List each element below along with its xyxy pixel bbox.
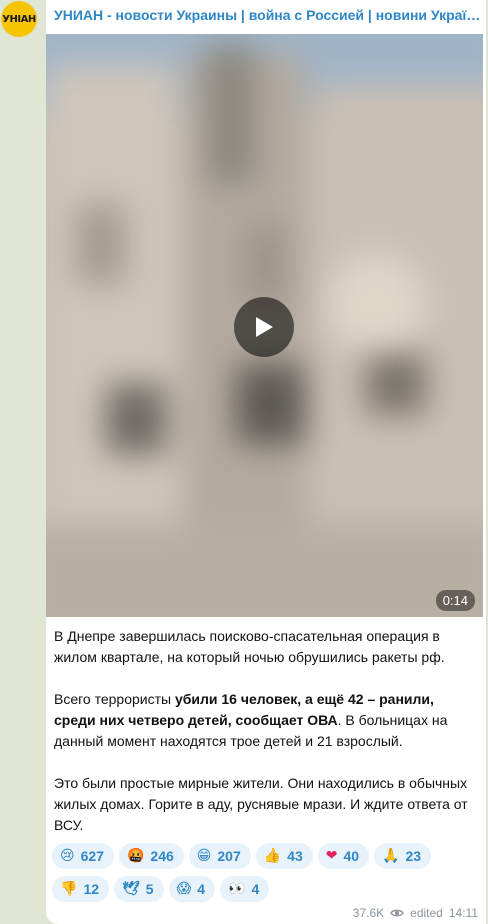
view-count: 37.6K: [352, 906, 385, 920]
eyes-icon: 👀: [228, 881, 246, 897]
reaction-angry[interactable]: 🤬 246: [118, 843, 184, 869]
crying-face-icon: 😢: [60, 848, 75, 864]
grinning-face-icon: 😁: [196, 848, 212, 864]
message-fragment: Всего террористы: [54, 691, 175, 707]
reaction-count: 43: [287, 848, 303, 864]
reaction-thumbs-down[interactable]: 👎 12: [52, 876, 110, 902]
message-meta: 37.6K edited 14:11: [353, 906, 478, 920]
message-paragraph: Всего террористы убили 16 человек, а ещё…: [54, 689, 478, 752]
channel-avatar[interactable]: УНІАН: [1, 1, 37, 37]
reaction-thumbs-up[interactable]: 👍 43: [255, 843, 313, 869]
reaction-count: 246: [150, 848, 174, 864]
screaming-face-icon: 😱: [176, 881, 192, 897]
play-icon: [256, 317, 273, 337]
reaction-eyes[interactable]: 👀 4: [220, 876, 270, 902]
edited-label: edited: [410, 906, 443, 920]
reaction-pray[interactable]: 🙏 23: [374, 843, 432, 869]
reaction-scream[interactable]: 😱 4: [168, 876, 215, 902]
angry-face-icon: 🤬: [126, 848, 145, 864]
reaction-count: 5: [145, 881, 154, 897]
reactions-bar: 😢 627 🤬 246 😁 207 👍 43 ❤ 40 🙏 23 👎 12 🕊 5 😱 4 👀 4: [52, 843, 472, 902]
message-text: В Днепре завершилась поисково-спасательн…: [54, 626, 478, 836]
message-paragraph: Это были простые мирные жители. Они нахо…: [54, 775, 468, 833]
reaction-heart[interactable]: ❤ 40: [317, 843, 370, 869]
reaction-count: 12: [83, 881, 100, 897]
dove-icon: 🕊: [122, 881, 140, 897]
channel-name[interactable]: УНИАН - новости Украины | война с Россие…: [54, 7, 482, 23]
praying-hands-icon: 🙏: [382, 848, 400, 864]
thumbs-down-icon: 👎: [60, 881, 78, 897]
video-player[interactable]: 0:14: [46, 34, 483, 617]
message-bubble: УНИАН - новости Украины | война с Россие…: [46, 0, 486, 924]
reaction-count: 627: [80, 848, 104, 864]
thumbs-up-icon: 👍: [263, 848, 282, 864]
reaction-crying[interactable]: 😢 627: [52, 843, 114, 869]
message-paragraph: В Днепре завершилась поисково-спасательн…: [54, 628, 445, 665]
reaction-count: 4: [251, 881, 260, 897]
reaction-count: 40: [343, 848, 360, 864]
reaction-count: 207: [217, 848, 241, 864]
play-button[interactable]: [234, 297, 294, 357]
message-time: 14:11: [448, 906, 478, 920]
video-duration: 0:14: [435, 590, 475, 611]
heart-icon: ❤: [325, 848, 338, 864]
eye-icon: [390, 909, 404, 917]
reaction-count: 23: [405, 848, 422, 864]
reaction-grin[interactable]: 😁 207: [188, 843, 251, 869]
reaction-dove[interactable]: 🕊 5: [114, 876, 164, 902]
reaction-count: 4: [197, 881, 205, 897]
